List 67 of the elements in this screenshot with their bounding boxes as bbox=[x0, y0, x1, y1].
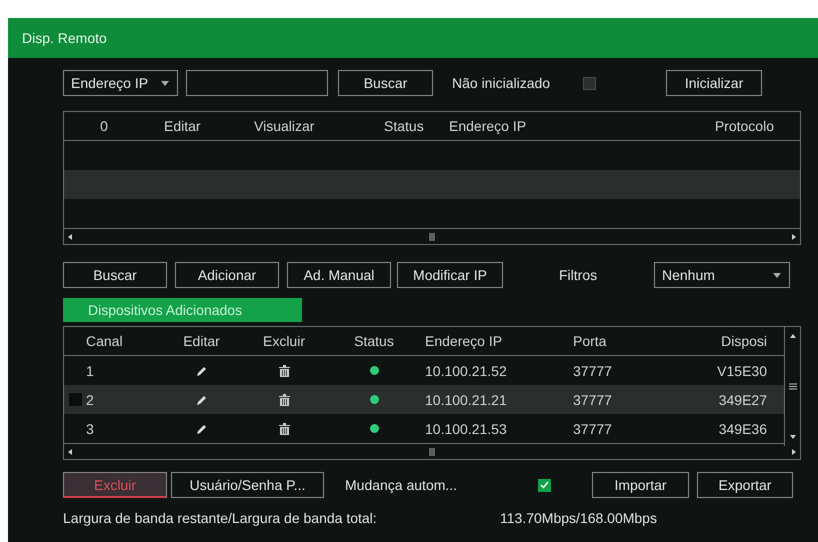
table-cell-text: 37777 bbox=[573, 392, 613, 408]
table-cell-text: 10.100.21.53 bbox=[424, 420, 508, 436]
table-cell-text: 349E36 bbox=[718, 420, 767, 436]
scroll-left-icon[interactable] bbox=[67, 234, 73, 240]
table-cell-text: 37777 bbox=[573, 420, 613, 436]
auto-change-checkbox[interactable] bbox=[538, 478, 551, 492]
column-header: Protocolo bbox=[714, 118, 774, 134]
action-button[interactable]: Buscar bbox=[63, 262, 167, 288]
caret-icon bbox=[773, 272, 781, 278]
scroll-up-icon[interactable] bbox=[790, 333, 796, 339]
table-cell-text: 3 bbox=[85, 420, 95, 436]
column-header: Disposi bbox=[720, 333, 767, 349]
column-header: Excluir bbox=[262, 333, 306, 349]
row-checkbox[interactable] bbox=[69, 393, 82, 406]
column-header: Canal bbox=[85, 333, 124, 349]
vertical-scrollbar[interactable] bbox=[784, 327, 800, 446]
column-header: Editar bbox=[163, 118, 202, 134]
pencil-icon[interactable] bbox=[196, 422, 208, 434]
column-header: Endereço IP bbox=[449, 118, 528, 134]
trash-icon[interactable] bbox=[278, 364, 290, 376]
scroll-down-icon[interactable] bbox=[790, 434, 796, 440]
initialize-button[interactable]: Inicializar bbox=[666, 70, 762, 96]
column-header: 0 bbox=[99, 118, 109, 134]
trash-icon[interactable] bbox=[278, 422, 290, 434]
scroll-left-icon[interactable] bbox=[67, 448, 73, 454]
column-header: Endereço IP bbox=[424, 333, 504, 349]
table-cell-text: V15E30 bbox=[716, 362, 767, 378]
table-cell-text: 2 bbox=[85, 392, 95, 408]
credentials-button[interactable]: Usuário/Senha P... bbox=[171, 472, 324, 498]
window-title: Disp. Remoto bbox=[8, 18, 818, 58]
scroll-right-icon[interactable] bbox=[791, 448, 797, 454]
search-button[interactable]: Buscar bbox=[338, 70, 433, 96]
export-button[interactable]: Exportar bbox=[697, 472, 793, 498]
caret-icon bbox=[161, 80, 169, 86]
bandwidth-label: Largura de banda restante/Largura de banda total: bbox=[63, 510, 378, 526]
table-cell-text: 349E27 bbox=[718, 392, 767, 408]
pencil-icon[interactable] bbox=[196, 394, 208, 406]
search-type-dropdown[interactable]: Endereço IP bbox=[63, 70, 178, 96]
table-cell-text: 10.100.21.52 bbox=[424, 362, 508, 378]
search-field[interactable] bbox=[186, 70, 328, 96]
bandwidth-value: 113.70Mbps/168.00Mbps bbox=[500, 510, 657, 526]
action-button[interactable]: Ad. Manual bbox=[287, 262, 391, 288]
check-icon bbox=[540, 481, 549, 489]
uninitialized-label: Não inicializado bbox=[452, 75, 550, 91]
filter-dropdown[interactable]: Nenhum bbox=[654, 262, 790, 288]
table-row[interactable]: 3 10.100.21.53 37777 349E36 bbox=[64, 414, 800, 443]
trash-icon[interactable] bbox=[278, 394, 290, 406]
column-header: Status bbox=[353, 333, 395, 349]
filter-label: Filtros bbox=[559, 267, 598, 283]
auto-change-label: Mudança autom... bbox=[345, 477, 458, 493]
uninitialized-checkbox[interactable] bbox=[583, 76, 596, 90]
table-cell-text: 1 bbox=[85, 362, 95, 378]
table-cell-text: 37777 bbox=[573, 362, 613, 378]
column-header: Visualizar bbox=[253, 118, 316, 134]
column-header: Status bbox=[383, 118, 425, 134]
scroll-right-icon[interactable] bbox=[791, 234, 797, 240]
import-button[interactable]: Importar bbox=[592, 472, 689, 498]
table-row[interactable]: 1 10.100.21.52 37777 V15E30 bbox=[64, 356, 800, 385]
column-header: Porta bbox=[573, 333, 608, 349]
table-cell-text: 10.100.21.21 bbox=[424, 392, 508, 408]
scroll-thumb-icon[interactable] bbox=[427, 232, 437, 242]
scroll-thumb-icon[interactable] bbox=[427, 446, 437, 456]
pencil-icon[interactable] bbox=[196, 364, 208, 376]
action-button[interactable]: Modificar IP bbox=[397, 262, 503, 288]
action-button[interactable]: Adicionar bbox=[175, 262, 279, 288]
scroll-thumb-icon[interactable] bbox=[788, 383, 796, 390]
column-header: Editar bbox=[182, 333, 221, 349]
